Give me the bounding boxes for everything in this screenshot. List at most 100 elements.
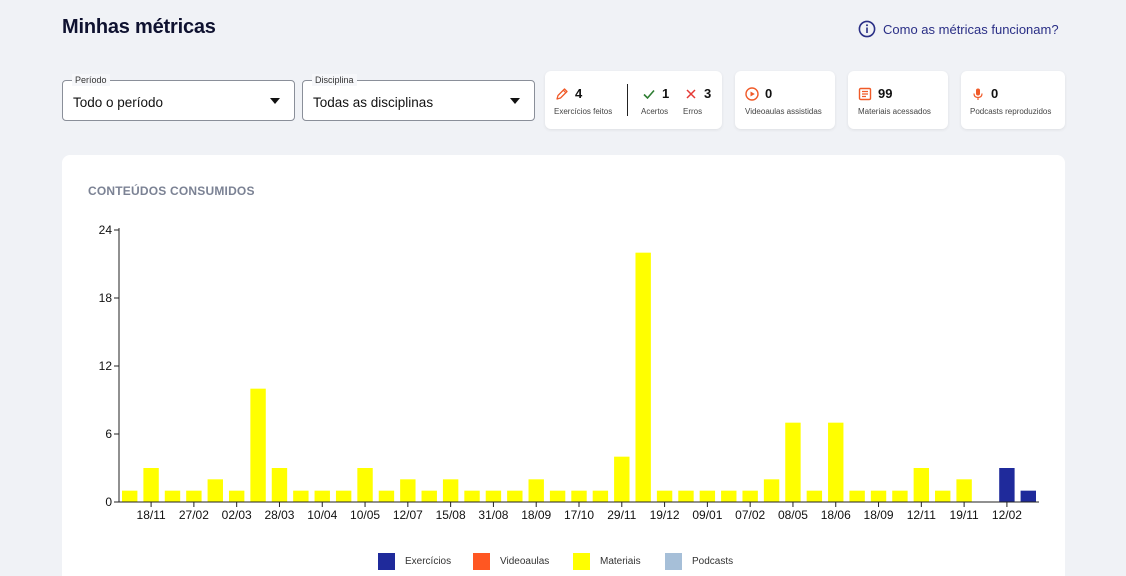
- y-tick-label: 6: [105, 427, 112, 441]
- bar: [507, 490, 523, 502]
- bar: [999, 468, 1015, 502]
- legend-swatch: [378, 553, 395, 570]
- bar: [571, 490, 587, 502]
- errors-label: Erros: [683, 107, 703, 116]
- bar: [207, 479, 223, 502]
- bar: [293, 490, 309, 502]
- bar: [335, 490, 352, 502]
- x-tick-label: 19/12: [650, 508, 680, 522]
- caret-down-icon: [270, 98, 280, 104]
- bar: [464, 490, 480, 502]
- bar: [742, 490, 758, 502]
- x-tick-label: 02/03: [222, 508, 252, 522]
- x-tick-label: 10/05: [350, 508, 380, 522]
- discipline-select-value: Todas as disciplinas: [313, 95, 434, 110]
- videos-count: 0: [765, 86, 773, 101]
- bar: [250, 388, 266, 502]
- x-tick-label: 12/02: [992, 508, 1022, 522]
- bar: [956, 479, 972, 502]
- bar: [614, 456, 630, 502]
- x-tick-label: 29/11: [607, 508, 636, 522]
- page-title: Minhas métricas: [62, 16, 216, 38]
- y-tick-label: 24: [99, 223, 113, 237]
- bar: [164, 490, 181, 502]
- bar: [400, 479, 416, 502]
- bar: [699, 490, 716, 502]
- play-circle-icon: [745, 86, 759, 101]
- bar: [485, 490, 502, 502]
- correct-label: Acertos: [641, 107, 669, 116]
- bar: [892, 490, 908, 502]
- bar: [228, 490, 245, 502]
- x-tick-label: 18/09: [864, 508, 894, 522]
- x-tick-label: 28/03: [264, 508, 294, 522]
- bar: [549, 490, 566, 502]
- chart-panel: CONTEÚDOS CONSUMIDOS 0 6 12 18 24 18/11 27/02 0…: [62, 155, 1065, 576]
- x-icon: [686, 88, 696, 99]
- bar: [186, 490, 202, 502]
- period-select[interactable]: Período Todo o período: [62, 74, 295, 121]
- bar: [1020, 490, 1036, 502]
- x-tick-label: 31/08: [478, 508, 508, 522]
- exercises-label: Exercícios feitos: [554, 107, 613, 116]
- materials-label: Materiais acessados: [858, 107, 931, 116]
- bar: [421, 490, 437, 502]
- help-link[interactable]: Como as métricas funcionam?: [858, 20, 1059, 38]
- podcasts-count: 0: [991, 86, 999, 101]
- bar: [721, 490, 737, 502]
- materials-card: 99 Materiais acessados: [848, 71, 948, 129]
- bar: [378, 490, 395, 502]
- x-tick-label: 12/11: [907, 508, 936, 522]
- discipline-select[interactable]: Disciplina Todas as disciplinas: [302, 74, 535, 121]
- bar: [913, 468, 930, 502]
- y-tick-label: 0: [105, 495, 112, 509]
- discipline-select-legend: Disciplina: [312, 74, 357, 86]
- caret-down-icon: [510, 98, 520, 104]
- x-tick-label: 18/06: [821, 508, 851, 522]
- bar: [528, 479, 544, 502]
- check-icon: [643, 89, 655, 99]
- bar: [656, 490, 673, 502]
- legend-swatch: [573, 553, 590, 570]
- correct-count: 1: [662, 86, 670, 101]
- bar: [849, 490, 865, 502]
- legend-label: Videoaulas: [500, 556, 550, 567]
- bar: [785, 422, 801, 502]
- x-tick-label: 18/11: [137, 508, 166, 522]
- exercises-card: 4 Exercícios feitos 1 Acertos 3 Erros: [545, 71, 722, 129]
- videos-card: 0 Videoaulas assistidas: [735, 71, 835, 129]
- period-select-value: Todo o período: [73, 95, 164, 110]
- legend-item-videos[interactable]: Videoaulas: [473, 553, 549, 570]
- materials-count: 99: [878, 86, 893, 101]
- contents-chart: 0 6 12 18 24 18/11 27/02 02/03 28/03 10/04 10/05 12…: [99, 223, 1039, 522]
- bar: [442, 479, 459, 502]
- book-icon: [858, 87, 872, 100]
- x-tick-label: 27/02: [179, 508, 209, 522]
- x-tick-label: 15/08: [436, 508, 466, 522]
- bar: [271, 468, 288, 502]
- x-tick-label: 08/05: [778, 508, 808, 522]
- bar: [678, 490, 694, 502]
- x-tick-label: 19/11: [950, 508, 979, 522]
- help-link-label: Como as métricas funcionam?: [883, 21, 1059, 37]
- x-tick-label: 17/10: [564, 508, 594, 522]
- legend-label: Exercícios: [405, 556, 452, 567]
- legend-item-materials[interactable]: Materiais: [573, 553, 641, 570]
- x-tick-label: 07/02: [735, 508, 765, 522]
- errors-count: 3: [704, 86, 712, 101]
- bar: [806, 490, 823, 502]
- legend-swatch: [665, 553, 682, 570]
- divider: [627, 84, 628, 116]
- legend-item-exercises[interactable]: Exercícios: [378, 553, 451, 570]
- podcasts-label: Podcasts reproduzidos: [970, 107, 1052, 116]
- legend-item-podcasts[interactable]: Podcasts: [665, 553, 733, 570]
- bar: [122, 490, 138, 502]
- exercises-count: 4: [575, 86, 583, 101]
- bar: [143, 468, 159, 502]
- x-tick-label: 10/04: [307, 508, 337, 522]
- pencil-icon: [556, 87, 568, 100]
- info-icon: [858, 20, 876, 38]
- bar: [314, 490, 330, 502]
- y-tick-label: 18: [99, 291, 113, 305]
- period-select-legend: Período: [72, 74, 110, 86]
